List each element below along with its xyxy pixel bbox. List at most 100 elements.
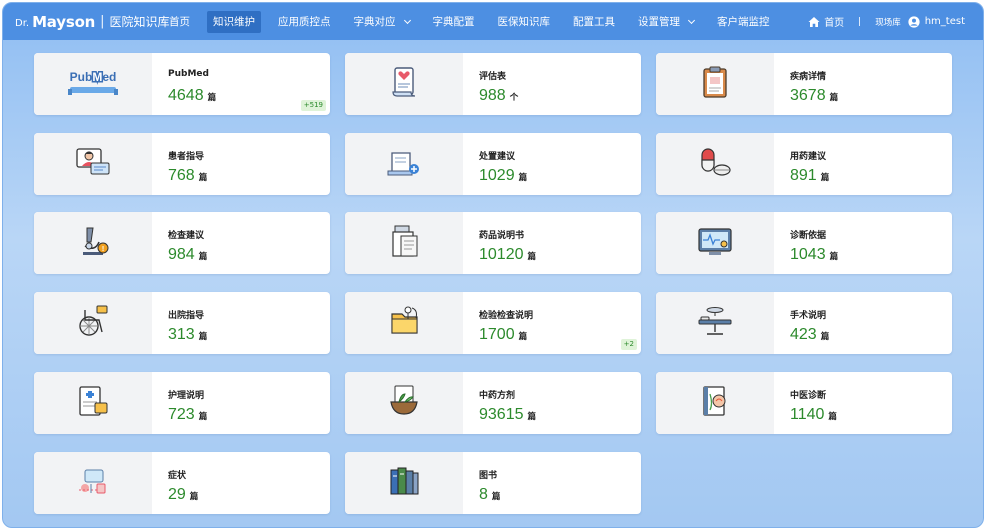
card-title: 护理说明 [168, 391, 205, 401]
pill-capsule-icon [698, 145, 732, 183]
card-thumbnail [34, 292, 152, 354]
tcm-book-icon [698, 384, 732, 422]
nav-item-insurance-kb[interactable]: 医保知识库 [492, 11, 557, 33]
card-thumbnail: PubMed [34, 53, 152, 115]
card-count-unit: 篇 [198, 412, 208, 422]
nav-label: 客户端监控 [717, 15, 770, 28]
card-title: 中医诊断 [790, 391, 827, 401]
chevron-down-icon [403, 16, 411, 24]
nav-label: 设置管理 [638, 15, 680, 28]
home-link[interactable]: 首页 [808, 14, 844, 29]
knowledge-card[interactable]: PubMed PubMed 4648 篇 +519 [34, 53, 330, 115]
card-count: 988 个 [479, 87, 518, 105]
username: hm_test [924, 16, 965, 27]
svg-text:!: ! [102, 246, 104, 253]
knowledge-card[interactable]: 图书 8 篇 [345, 452, 641, 514]
nav-item-settings[interactable]: 设置管理 [632, 11, 700, 33]
card-count: 8篇 [479, 486, 500, 504]
logo[interactable]: Dr. Mayson | 医院知识库 [15, 3, 170, 40]
card-count-value: 93615 [479, 406, 524, 423]
card-count-unit: 篇 [527, 252, 537, 262]
clipboard-icon [698, 65, 732, 103]
card-count: 93615 篇 [479, 406, 536, 424]
card-count: 1700 篇 [479, 326, 527, 344]
knowledge-card[interactable]: 处置建议 1029 篇 [345, 133, 641, 195]
nav-item-knowledge-maintenance[interactable]: 知识维护 [207, 10, 261, 33]
knowledge-card[interactable]: 中药方剂 93615 篇 [345, 372, 641, 434]
knowledge-card[interactable]: 患者指导 768 篇 [34, 133, 330, 195]
top-navigation-bar: Dr. Mayson | 医院知识库 首页 知识维护 应用质控点 字典对应 字典… [3, 3, 983, 40]
card-title: 症状 [168, 471, 187, 481]
logo-subtitle: 医院知识库 [109, 15, 170, 29]
nav-item-config-tools[interactable]: 配置工具 [567, 11, 621, 33]
nav-label: 医保知识库 [497, 15, 551, 28]
main-nav: 首页 知识维护 应用质控点 字典对应 字典配置 医保知识库 配置工具 设置管理 … [163, 3, 787, 40]
knowledge-card[interactable]: 手术说明 423 篇 [656, 292, 952, 354]
symptom-icon [73, 464, 113, 502]
card-count: 984 篇 [168, 246, 207, 264]
card-count-value: 988 [479, 87, 506, 104]
knowledge-card[interactable]: 用药建议 891 篇 [656, 133, 952, 195]
card-count-value: 1140 [790, 406, 825, 423]
knowledge-card[interactable]: 药品说明书 10120 篇 [345, 212, 641, 274]
card-count-unit: 篇 [207, 93, 217, 103]
card-count: 1043 篇 [790, 246, 838, 264]
nav-item-client-monitor[interactable]: 客户端监控 [711, 11, 776, 33]
knowledge-card[interactable]: 评估表 988 个 [345, 53, 641, 115]
card-title: 处置建议 [479, 152, 516, 162]
logo-brand: Mayson [32, 12, 96, 31]
card-thumbnail [656, 53, 774, 115]
patient-card-icon [73, 145, 113, 183]
knowledge-card[interactable]: 诊断依据 1043 篇 [656, 212, 952, 274]
books-icon [387, 464, 421, 502]
knowledge-card[interactable]: 护理说明 723 篇 [34, 372, 330, 434]
user-avatar-icon [908, 15, 920, 28]
card-title: 检查建议 [168, 231, 205, 241]
card-title: 诊断依据 [790, 231, 827, 241]
nav-label: 字典配置 [432, 15, 475, 28]
card-thumbnail: ! [34, 212, 152, 274]
user-menu[interactable]: hm_test [908, 15, 965, 28]
card-count: 723 篇 [168, 406, 207, 424]
card-title: 图书 [479, 471, 498, 481]
card-thumbnail [345, 292, 463, 354]
svg-text:PubMed: PubMed [70, 70, 117, 84]
card-count-value: 313 [168, 326, 195, 343]
knowledge-card[interactable]: 中医诊断 1140 篇 [656, 372, 952, 434]
card-count: 29 篇 [168, 486, 198, 504]
card-title: 疾病详情 [790, 72, 827, 82]
knowledge-card[interactable]: 检验检查说明 1700 篇 +2 [345, 292, 641, 354]
card-delta-badge: +519 [300, 100, 326, 111]
card-title: 出院指导 [168, 311, 205, 321]
nav-item-quality-control[interactable]: 应用质控点 [272, 11, 337, 33]
knowledge-card[interactable]: 症状 29 篇 [34, 452, 330, 514]
nav-label: 字典对应 [353, 15, 396, 28]
card-count: 1029 篇 [479, 167, 527, 185]
nav-label: 应用质控点 [278, 15, 331, 28]
knowledge-card[interactable]: 出院指导 313 篇 [34, 292, 330, 354]
nav-item-home[interactable]: 首页 [163, 11, 196, 33]
card-title: 患者指导 [168, 152, 205, 162]
card-count-value: 4648 [168, 87, 204, 104]
card-count-unit: 篇 [820, 332, 830, 342]
card-count-value: 723 [168, 406, 195, 423]
card-count: 4648 篇 [168, 87, 216, 105]
nav-item-dictionary-mapping[interactable]: 字典对应 [348, 11, 416, 33]
knowledge-card[interactable]: 疾病详情 3678 篇 [656, 53, 952, 115]
card-thumbnail [345, 133, 463, 195]
card-thumbnail [656, 372, 774, 434]
card-title: 检验检查说明 [479, 311, 534, 321]
drug-leaflet-icon [387, 224, 421, 262]
card-count-value: 984 [168, 246, 195, 263]
treatment-doc-icon [384, 145, 424, 183]
site-label[interactable]: 现场库 [875, 16, 901, 28]
card-count-value: 768 [168, 167, 195, 184]
card-count-unit: 篇 [491, 492, 501, 502]
card-count-unit: 篇 [189, 492, 199, 502]
operating-table-icon [695, 304, 735, 342]
card-title: 用药建议 [790, 152, 827, 162]
nursing-doc-icon [73, 384, 113, 422]
nav-item-dictionary-config[interactable]: 字典配置 [427, 11, 481, 33]
card-count-value: 1700 [479, 326, 515, 343]
knowledge-card[interactable]: ! 检查建议 984 篇 [34, 212, 330, 274]
